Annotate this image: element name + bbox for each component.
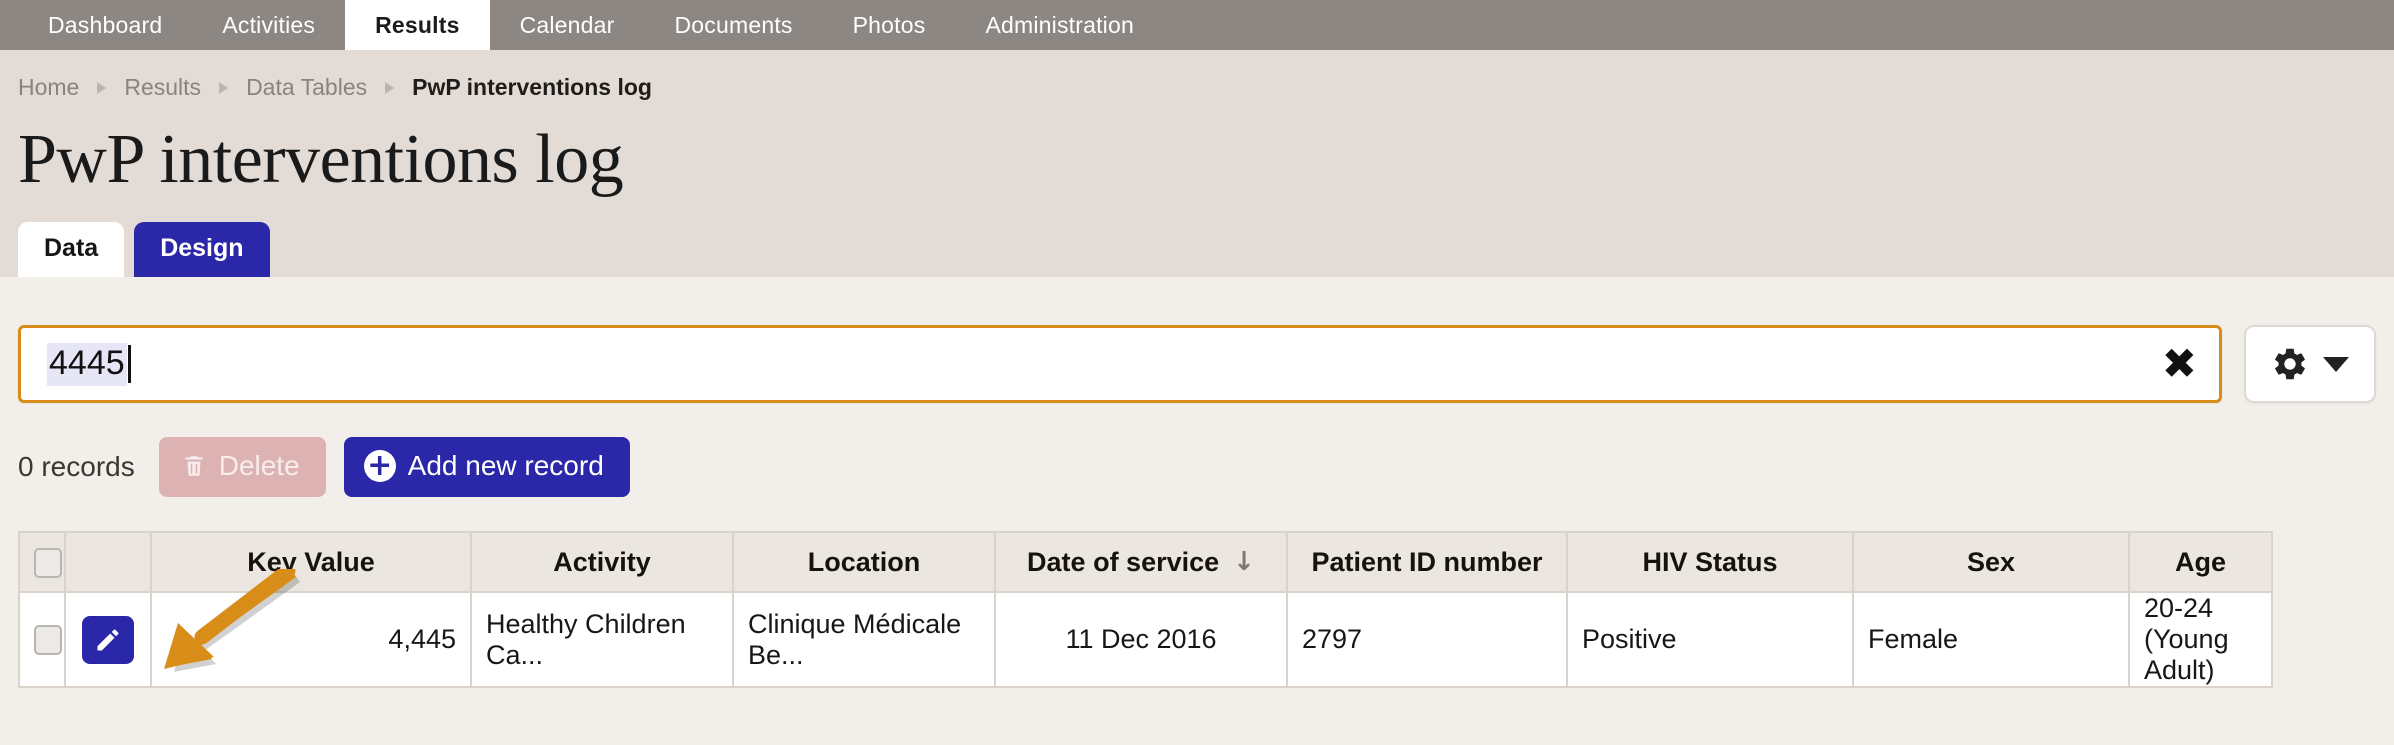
breadcrumb-item-current: PwP interventions log: [412, 74, 652, 100]
column-header-patient-id[interactable]: Patient ID number: [1286, 531, 1568, 593]
tab-bar: Data Design: [18, 222, 270, 277]
settings-menu-button[interactable]: [2244, 325, 2376, 403]
row-select-checkbox[interactable]: [34, 625, 62, 656]
breadcrumb-item-home[interactable]: Home: [18, 74, 79, 101]
data-table: Key Value Activity Location Date of serv…: [18, 531, 2273, 688]
nav-item-dashboard[interactable]: Dashboard: [18, 0, 192, 50]
search-input[interactable]: 4445 ✖: [18, 325, 2222, 403]
chevron-down-icon: [2323, 356, 2349, 372]
arrow-down-icon: ↓: [1233, 547, 1255, 577]
breadcrumb-separator-icon: [97, 81, 107, 94]
table-header-row: Key Value Activity Location Date of serv…: [18, 531, 2273, 593]
row-edit-cell: [64, 591, 152, 688]
select-all-header: [18, 531, 66, 593]
row-select-cell: [18, 591, 66, 688]
edit-column-header: [64, 531, 152, 593]
page-title: PwP interventions log: [18, 121, 624, 198]
column-header-date-of-service[interactable]: Date of service ↓: [994, 531, 1288, 593]
nav-item-administration[interactable]: Administration: [955, 0, 1164, 50]
cell-sex: Female: [1852, 591, 2130, 688]
nav-item-photos[interactable]: Photos: [823, 0, 956, 50]
nav-item-documents[interactable]: Documents: [645, 0, 823, 50]
table-body: 4,445 Healthy Children Ca... Clinique Mé…: [18, 591, 2273, 688]
breadcrumb-item-results[interactable]: Results: [124, 74, 201, 101]
delete-button-label: Delete: [218, 450, 300, 481]
search-input-text-wrap: 4445: [47, 342, 2150, 386]
breadcrumb-separator-icon: [385, 81, 395, 94]
column-header-date-inner: Date of service ↓: [1010, 547, 1272, 578]
table-header: Key Value Activity Location Date of serv…: [18, 531, 2273, 593]
search-row: 4445 ✖: [18, 277, 2376, 403]
column-header-location[interactable]: Location: [732, 531, 996, 593]
main-content: 4445 ✖ 0 records Delete + Add new record: [0, 277, 2394, 745]
tab-data[interactable]: Data: [18, 222, 125, 277]
cell-activity: Healthy Children Ca...: [470, 591, 734, 688]
cell-key-value: 4,445: [150, 591, 472, 688]
breadcrumb-item-data-tables[interactable]: Data Tables: [246, 74, 367, 101]
trash-icon: [185, 456, 203, 476]
edit-record-button[interactable]: [82, 615, 134, 664]
record-actions: 0 records Delete + Add new record: [18, 437, 2376, 497]
close-x-icon[interactable]: ✖: [2162, 343, 2197, 385]
column-header-hiv-status[interactable]: HIV Status: [1566, 531, 1854, 593]
delete-button[interactable]: Delete: [158, 437, 326, 497]
nav-item-activities[interactable]: Activities: [192, 0, 345, 50]
nav-item-calendar[interactable]: Calendar: [490, 0, 645, 50]
select-all-checkbox[interactable]: [34, 547, 62, 578]
cell-age: 20-24 (Young Adult): [2128, 591, 2273, 688]
cell-patient-id: 2797: [1286, 591, 1568, 688]
nav-item-results[interactable]: Results: [345, 0, 490, 50]
pencil-icon: [97, 629, 119, 650]
gear-icon: [2275, 348, 2305, 380]
add-new-record-label: Add new record: [407, 450, 604, 481]
column-header-activity[interactable]: Activity: [470, 531, 734, 593]
column-header-age[interactable]: Age: [2128, 531, 2273, 593]
cell-hiv-status: Positive: [1566, 591, 1854, 688]
column-header-date-label: Date of service: [1027, 546, 1220, 577]
breadcrumb: Home Results Data Tables PwP interventio…: [18, 50, 2394, 101]
page-header: Home Results Data Tables PwP interventio…: [0, 50, 2394, 277]
top-navigation: Dashboard Activities Results Calendar Do…: [0, 0, 2394, 50]
records-count: 0 records: [18, 451, 135, 482]
text-caret: [127, 345, 131, 383]
breadcrumb-separator-icon: [219, 81, 229, 94]
plus-circle-icon: +: [363, 450, 396, 482]
column-header-key-value[interactable]: Key Value: [150, 531, 472, 593]
cell-location: Clinique Médicale Be...: [732, 591, 996, 688]
data-table-wrapper: Key Value Activity Location Date of serv…: [18, 531, 2273, 688]
add-new-record-button[interactable]: + Add new record: [343, 437, 630, 497]
tab-design[interactable]: Design: [134, 222, 270, 277]
table-row[interactable]: 4,445 Healthy Children Ca... Clinique Mé…: [18, 591, 2273, 688]
column-header-sex[interactable]: Sex: [1852, 531, 2130, 593]
cell-date-of-service: 11 Dec 2016: [994, 591, 1288, 688]
search-input-value: 4445: [47, 342, 127, 386]
